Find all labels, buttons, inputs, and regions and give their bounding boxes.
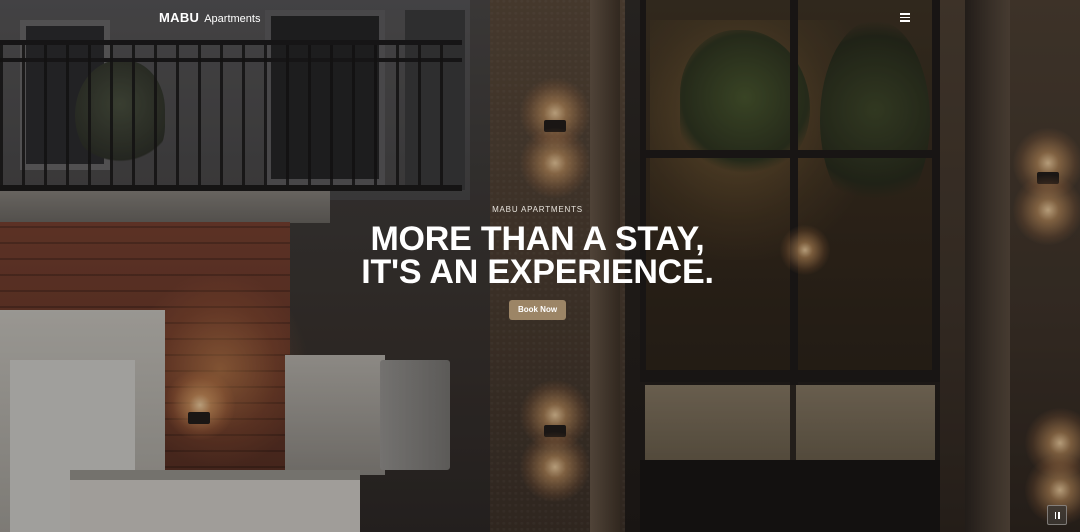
pause-icon[interactable]	[1047, 505, 1067, 525]
hero-headline-line-1: MORE THAN A STAY,	[370, 220, 705, 258]
hero-section: MABU APARTMENTS MORE THAN A STAY, IT'S A…	[0, 205, 1080, 320]
hamburger-menu-icon[interactable]	[898, 11, 912, 24]
hero-eyebrow: MABU APARTMENTS	[492, 205, 583, 214]
top-navbar: MABU Apartments	[0, 0, 1080, 36]
brand-suffix: Apartments	[204, 13, 261, 25]
brand-name: MABU	[159, 10, 200, 25]
hero-headline: MORE THAN A STAY, IT'S AN EXPERIENCE.	[0, 220, 1080, 291]
hero-headline-line-2: IT'S AN EXPERIENCE.	[361, 253, 714, 291]
brand-logo[interactable]: MABU Apartments	[159, 10, 260, 25]
book-now-button[interactable]: Book Now	[508, 300, 567, 320]
